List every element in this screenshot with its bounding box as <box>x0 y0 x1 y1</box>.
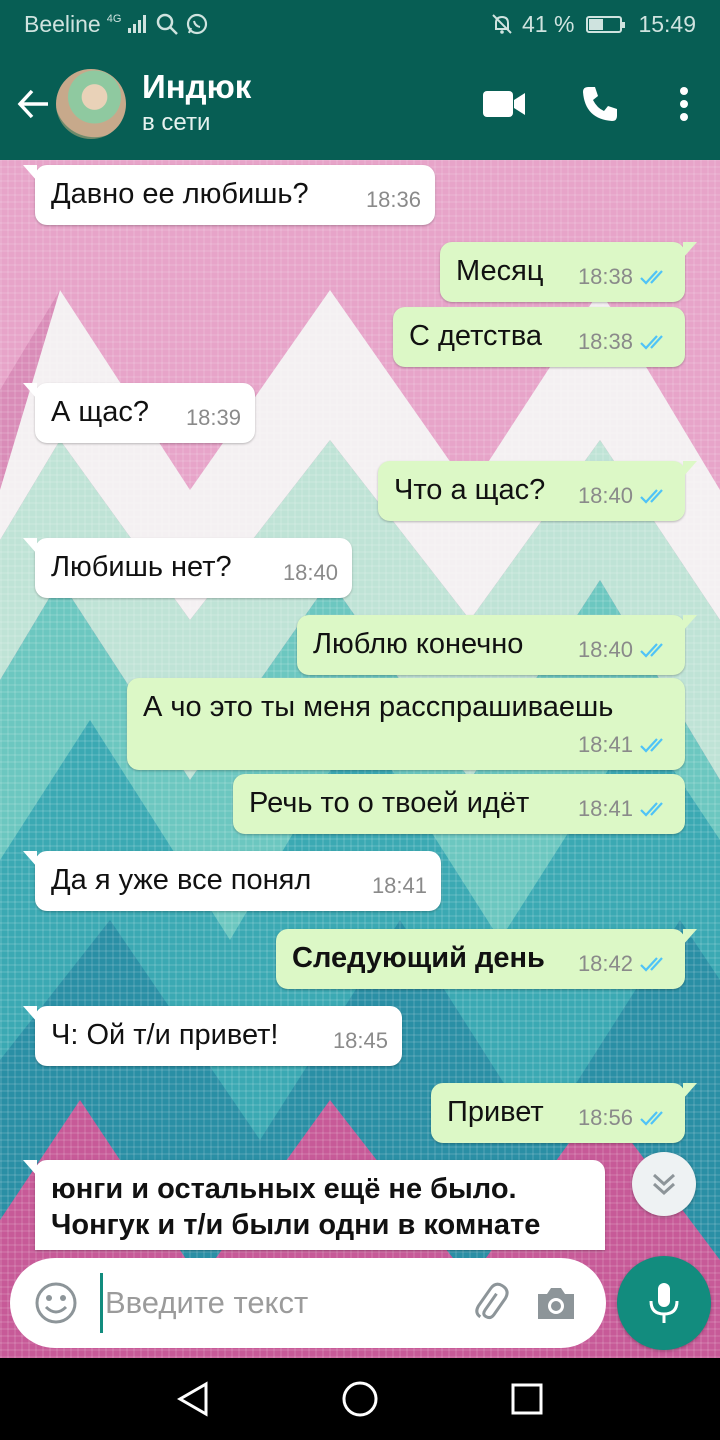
signal-icon <box>127 14 149 34</box>
system-nav-bar <box>0 1358 720 1440</box>
contact-status: в сети <box>142 109 211 136</box>
message-bubble[interactable]: Что а щас? 18:40 <box>378 461 697 521</box>
contact-info[interactable]: Индюк в сети <box>142 68 251 140</box>
message-time: 18:56 <box>577 1105 633 1130</box>
message-bubble[interactable]: С детства 18:38 <box>393 307 685 367</box>
message-composer: Введите текст <box>10 1258 606 1348</box>
message-input-placeholder: Введите текст <box>105 1285 309 1320</box>
message-bubble[interactable]: А щас? 18:39 <box>23 383 255 443</box>
message-time: 18:39 <box>185 405 241 430</box>
message-text: А чо это ты меня расспрашиваешь <box>143 691 614 723</box>
message-text: Люблю конечно <box>313 628 524 660</box>
back-arrow-icon <box>17 89 48 119</box>
message-bubble[interactable]: Ч: Ой т/и привет! 18:45 <box>23 1006 402 1066</box>
read-ticks-icon <box>640 643 663 658</box>
back-button[interactable] <box>4 48 64 160</box>
message-time: 18:41 <box>371 873 427 898</box>
message-time: 18:42 <box>577 951 633 976</box>
voice-record-button[interactable] <box>617 1256 711 1350</box>
battery-percent: 41 % <box>522 10 575 37</box>
camera-icon <box>538 1288 574 1319</box>
read-ticks-icon <box>640 738 663 753</box>
read-ticks-icon <box>640 802 663 817</box>
message-time: 18:40 <box>282 560 338 585</box>
avatar[interactable] <box>56 69 126 139</box>
message-time: 18:38 <box>577 329 633 354</box>
message-text: Любишь нет? <box>51 551 232 583</box>
message-text: Следующий день <box>292 942 545 974</box>
message-bubble[interactable]: юнги и остальных ещё не было. Чонгук и т… <box>23 1160 605 1250</box>
message-text: Давно ее любишь? <box>51 178 309 210</box>
message-text: Что а щас? <box>394 474 546 506</box>
read-ticks-icon <box>640 957 663 972</box>
message-text: Да я уже все понял <box>51 864 312 896</box>
mute-icon <box>490 12 514 36</box>
emoji-icon <box>35 1282 77 1324</box>
more-options-button[interactable] <box>648 48 720 160</box>
read-ticks-icon <box>640 335 663 350</box>
message-text: А щас? <box>51 396 150 428</box>
phone-icon <box>583 87 617 121</box>
nav-home-button[interactable] <box>320 1364 400 1434</box>
more-vert-icon <box>680 87 688 121</box>
message-time: 18:45 <box>332 1028 388 1053</box>
read-ticks-icon <box>640 489 663 504</box>
nav-back-button[interactable] <box>153 1364 233 1434</box>
chat-header: Индюк в сети <box>0 48 720 160</box>
message-input[interactable]: Введите текст <box>100 1273 454 1333</box>
nav-back-icon <box>177 1381 208 1417</box>
message-bubble[interactable]: Люблю конечно 18:40 <box>297 615 697 675</box>
read-ticks-icon <box>640 1111 663 1126</box>
message-time: 18:40 <box>577 637 633 662</box>
battery-icon <box>586 15 626 33</box>
emoji-button[interactable] <box>30 1277 82 1329</box>
scroll-down-icon <box>652 1173 676 1196</box>
message-text: Ч: Ой т/и привет! <box>51 1019 279 1051</box>
message-time: 18:40 <box>577 483 633 508</box>
read-ticks-icon <box>640 270 663 285</box>
video-call-icon <box>483 91 525 117</box>
message-text: С детства <box>409 320 543 352</box>
voice-call-button[interactable] <box>552 48 648 160</box>
message-bubble[interactable]: Давно ее любишь? 18:36 <box>23 165 435 225</box>
network-label: 4G <box>106 13 122 25</box>
carrier-label: Beeline <box>24 10 101 37</box>
message-bubble[interactable]: Речь то о твоей идёт 18:41 <box>233 774 685 834</box>
message-bubble[interactable]: Следующий день 18:42 <box>276 929 697 989</box>
mic-icon <box>649 1283 679 1323</box>
status-bar: Beeline 4G 41 % 15:49 <box>0 0 720 48</box>
contact-name: Индюк <box>142 68 252 105</box>
message-bubble[interactable]: Да я уже все понял 18:41 <box>23 851 441 911</box>
whatsapp-icon <box>185 12 209 36</box>
attach-button[interactable] <box>460 1273 520 1333</box>
message-text: Месяц <box>456 255 544 287</box>
nav-recents-icon <box>511 1383 543 1415</box>
message-text: юнги и остальных ещё не было. <box>51 1173 517 1205</box>
message-bubble[interactable]: Привет 18:56 <box>431 1083 697 1143</box>
video-call-button[interactable] <box>456 48 552 160</box>
message-bubble[interactable]: Любишь нет? 18:40 <box>23 538 352 598</box>
message-text: Чонгук и т/и были одни в комнате <box>51 1209 541 1241</box>
message-text: Речь то о твоей идёт <box>249 787 530 819</box>
message-bubble[interactable]: Месяц 18:38 <box>440 242 697 302</box>
message-time: 18:36 <box>365 187 421 212</box>
status-time: 15:49 <box>638 10 696 37</box>
nav-home-icon <box>342 1381 378 1417</box>
camera-button[interactable] <box>526 1273 586 1333</box>
message-time: 18:38 <box>577 264 633 289</box>
search-icon <box>155 12 179 36</box>
scroll-down-button[interactable] <box>632 1152 696 1216</box>
nav-recents-button[interactable] <box>487 1364 567 1434</box>
message-time: 18:41 <box>577 732 633 757</box>
attach-icon <box>475 1282 509 1320</box>
chat-screen: Beeline 4G 41 % 15:49 Индюк в сети Давно… <box>0 0 720 1440</box>
message-text: Привет <box>447 1096 544 1128</box>
message-bubble[interactable]: А чо это ты меня расспрашиваешь 18:41 <box>127 678 685 770</box>
message-time: 18:41 <box>577 796 633 821</box>
